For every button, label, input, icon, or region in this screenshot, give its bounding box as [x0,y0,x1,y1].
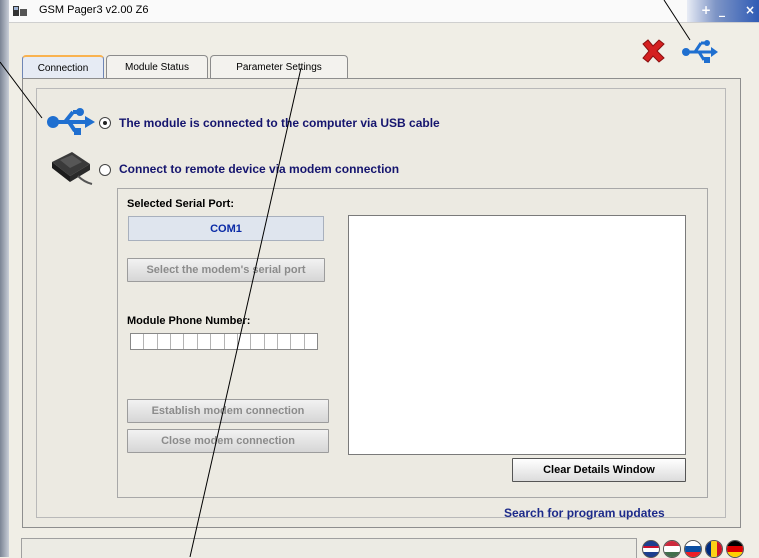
phone-digit-cell[interactable] [278,334,292,349]
close-modem-connection-button[interactable]: Close modem connection [127,429,329,453]
usb-connection-label[interactable]: The module is connected to the computer … [119,116,440,130]
app-icon [13,6,27,16]
usb-icon[interactable] [681,38,719,66]
phone-digit-cell[interactable] [131,334,145,349]
usb-connection-icon [47,108,95,135]
serial-port-field: COM1 [128,216,324,241]
usb-connection-radio[interactable] [99,117,111,129]
phone-digit-cell[interactable] [211,334,225,349]
expand-button[interactable]: + [701,3,711,17]
close-button[interactable]: × [745,3,755,17]
phone-digit-cell[interactable] [144,334,158,349]
phone-number-label: Module Phone Number: [127,315,251,327]
status-bar [21,538,637,558]
flag-hu-icon[interactable] [663,540,681,558]
language-selector [642,540,744,558]
title-bar: GSM Pager3 v2.00 Z6 + _ × [9,0,759,23]
clear-details-button[interactable]: Clear Details Window [512,458,686,482]
phone-digit-cell[interactable] [265,334,278,349]
phone-digit-cell[interactable] [251,334,265,349]
flag-en-icon[interactable] [642,540,660,558]
establish-modem-connection-button[interactable]: Establish modem connection [127,399,329,423]
flag-sk-icon[interactable] [684,540,702,558]
phone-digit-cell[interactable] [184,334,198,349]
modem-device-icon [52,152,93,185]
program-updates-link[interactable]: Search for program updates [504,506,665,520]
tab-module-status[interactable]: Module Status [106,55,208,78]
window-controls: + _ × [687,0,759,22]
serial-port-label: Selected Serial Port: [127,198,234,210]
red-x-icon[interactable] [640,38,666,64]
phone-digit-cell[interactable] [198,334,212,349]
phone-digit-cell[interactable] [158,334,172,349]
tab-parameter-settings[interactable]: Parameter Settings [210,55,348,78]
phone-digit-cell[interactable] [305,334,317,349]
tab-connection[interactable]: Connection [22,55,104,80]
flag-ro-icon[interactable] [705,540,723,558]
phone-digit-cell[interactable] [291,334,305,349]
modem-connection-radio[interactable] [99,164,111,176]
modem-connection-label[interactable]: Connect to remote device via modem conne… [119,162,399,176]
phone-digit-cell[interactable] [238,334,252,349]
phone-digit-cell[interactable] [171,334,185,349]
left-window-strip [0,0,9,557]
flag-de-icon[interactable] [726,540,744,558]
phone-digit-cell[interactable] [225,334,238,349]
minimize-button[interactable]: _ [719,3,725,17]
window-title: GSM Pager3 v2.00 Z6 [39,4,149,16]
phone-number-input[interactable] [130,333,318,350]
select-serial-port-button[interactable]: Select the modem's serial port [127,258,325,282]
details-window[interactable] [348,215,686,455]
